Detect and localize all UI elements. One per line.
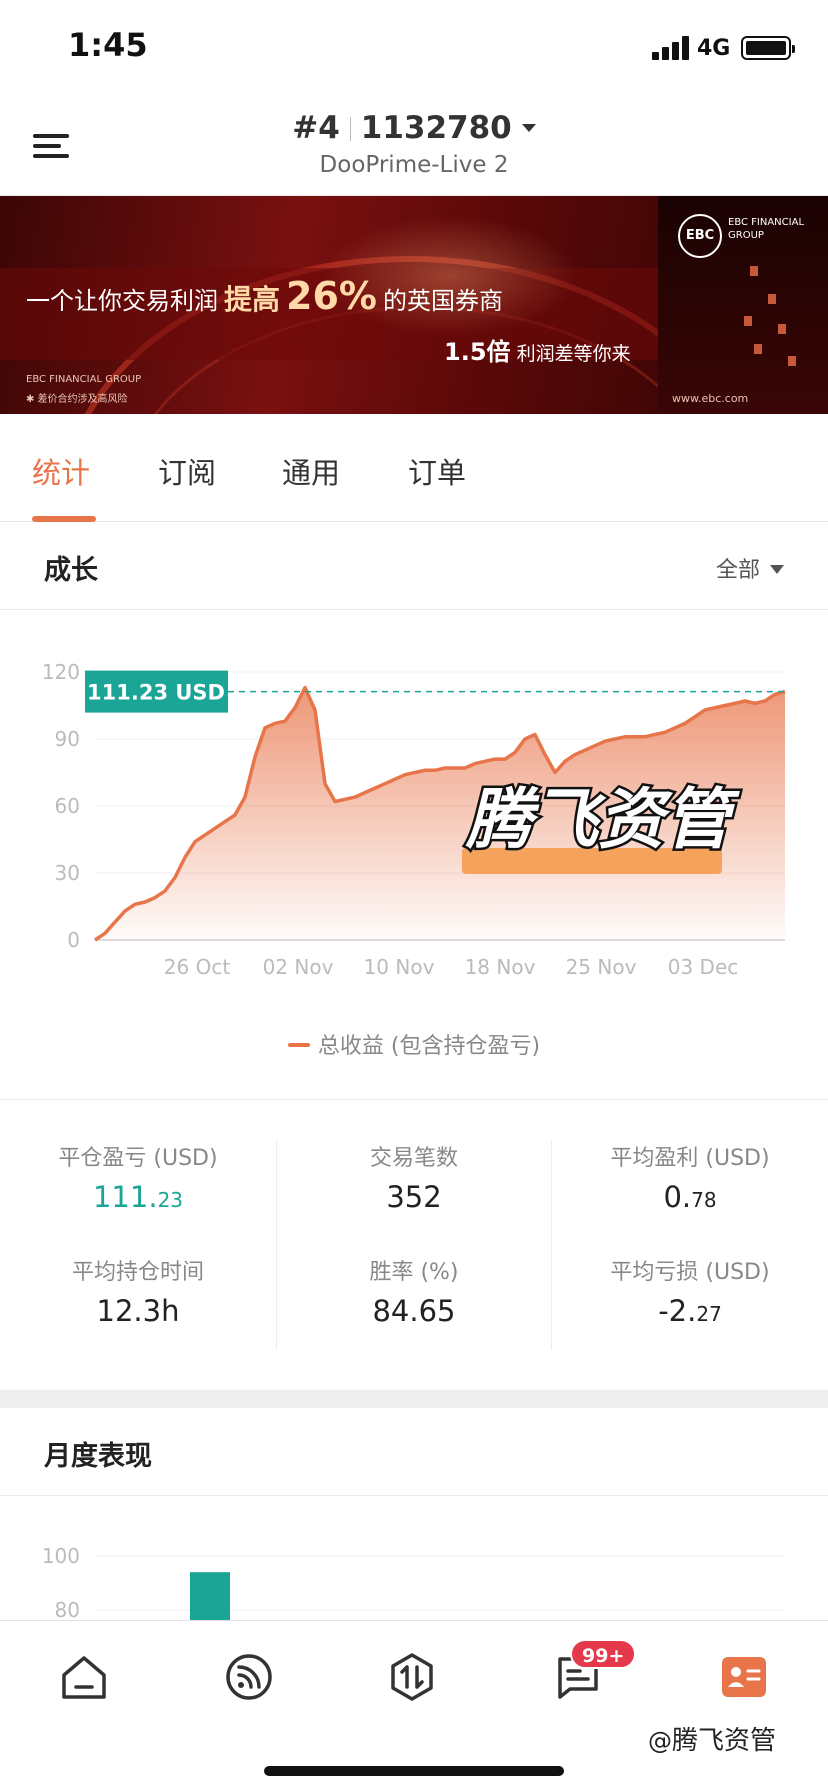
y-tick-label: 90 (55, 727, 80, 751)
y-tick-label: 120 (42, 660, 80, 684)
tab-stats[interactable]: 统计 (32, 450, 90, 492)
stat-value-avg-hold: 12.3h (0, 1294, 276, 1334)
banner-headline-mid: 提高 (224, 283, 281, 316)
stat-label: 平均盈利 (USD) (610, 1146, 770, 1171)
stat-value-int: 111. (92, 1180, 158, 1214)
banner-sub-big: 1.5倍 (444, 338, 511, 366)
stat-value-dec: 23 (157, 1188, 184, 1212)
x-tick-label: 25 Nov (566, 955, 637, 979)
stat-label: 胜率 (%) (369, 1260, 459, 1285)
y-tick-label: 60 (55, 794, 80, 818)
stats-col-2: 交易笔数 352 胜率 (%) 84.65 (276, 1140, 552, 1334)
tab-orders[interactable]: 订单 (408, 450, 466, 492)
server-name: DooPrime-Live 2 (319, 152, 509, 178)
monthly-bar (190, 1572, 230, 1620)
stat-value-closed-pnl: 111.23 (0, 1180, 276, 1220)
period-filter[interactable]: 全部 (716, 552, 784, 584)
watermark-name: 腾飞资管 (672, 1726, 777, 1756)
growth-chart: 0 30 60 90 120 26 Oct 02 Nov 10 Nov 18 Nov 25 Nov… (0, 610, 828, 1100)
stat-value-winrate: 84.65 (276, 1294, 552, 1334)
section-tabs: 统计 订阅 通用 订单 (0, 414, 828, 522)
x-tick-label: 18 Nov (465, 955, 536, 979)
growth-header: 成长 全部 (0, 522, 828, 610)
stat-value-dec: 27 (696, 1302, 722, 1326)
stat-value-trades: 352 (276, 1180, 552, 1220)
watermark-text: 腾飞资管 (465, 781, 740, 858)
stats-col-1: 平仓盈亏 (USD) 111.23 平均持仓时间 12.3h (0, 1140, 276, 1334)
tab-subscribe[interactable]: 订阅 (158, 450, 216, 492)
stat-value-avg-profit: 0.78 (552, 1180, 828, 1220)
stats-col-3: 平均盈利 (USD) 0.78 平均亏损 (USD) -2.27 (552, 1140, 828, 1334)
section-divider (0, 1390, 828, 1408)
rank-label: #4 (292, 110, 340, 146)
monthly-title: 月度表现 (44, 1441, 152, 1472)
stat-label: 交易笔数 (369, 1146, 458, 1171)
stat-label: 平仓盈亏 (USD) (58, 1146, 218, 1171)
x-tick-label: 02 Nov (263, 955, 334, 979)
stat-value-int: 0. (663, 1180, 692, 1214)
banner-url: www.ebc.com (672, 392, 749, 405)
banner-sub-rest: 利润差等你来 (516, 343, 631, 365)
home-indicator (264, 1766, 564, 1776)
monthly-chart-svg: 100 80 (42, 1544, 785, 1620)
status-time: 1:45 (68, 26, 148, 64)
period-filter-label: 全部 (715, 558, 760, 583)
banner-headline: 一个让你交易利润 提高 26% 的英国券商 (26, 274, 503, 318)
stat-value-int: 84.65 (372, 1294, 456, 1328)
growth-title: 成长 (44, 555, 98, 586)
y-tick-label: 80 (55, 1598, 80, 1620)
account-number: 1132780 (360, 110, 512, 146)
x-tick-label: 26 Oct (164, 955, 231, 979)
chart-legend[interactable]: 总收益 (包含持仓盈亏) (0, 1028, 828, 1060)
network-type: 4G (697, 36, 731, 61)
x-tick-label: 03 Dec (668, 955, 739, 979)
y-tick-label: 100 (42, 1544, 80, 1568)
stat-label: 平均亏损 (USD) (610, 1260, 770, 1285)
stats-grid: 平仓盈亏 (USD) 111.23 平均持仓时间 12.3h 交易笔数 352 … (0, 1100, 828, 1390)
battery-icon (741, 36, 795, 60)
feed-icon[interactable] (223, 1651, 275, 1703)
x-tick-label: 10 Nov (364, 955, 435, 979)
stat-value-dec: 78 (691, 1188, 717, 1212)
y-tick-label: 0 (67, 928, 80, 952)
home-icon[interactable] (58, 1651, 110, 1703)
banner-subline: 1.5倍 利润差等你来 (444, 332, 631, 367)
banner-headline-pct: 26% (286, 274, 377, 318)
banner-headline-post: 的英国券商 (382, 287, 503, 315)
corner-watermark: @腾飞资管 (648, 1720, 776, 1757)
unread-badge: 99+ (570, 1639, 637, 1669)
stat-value-avg-loss: -2.27 (552, 1294, 828, 1334)
account-selector[interactable]: #4 1132780 (0, 110, 828, 146)
stat-value-int: -2. (658, 1294, 697, 1328)
chevron-down-icon (770, 565, 784, 574)
growth-chart-svg: 0 30 60 90 120 26 Oct 02 Nov 10 Nov 18 Nov 25 Nov… (42, 660, 786, 979)
stat-value-int: 352 (386, 1180, 442, 1214)
stat-value-int: 12.3h (96, 1294, 180, 1328)
monthly-header: 月度表现 (0, 1408, 828, 1496)
chevron-down-icon (521, 124, 536, 132)
ad-banner[interactable]: EBC EBC FINANCIAL GROUP 一个让你交易利润 提高 26% 的英国… (0, 196, 828, 414)
banner-logo-caption: EBC FINANCIAL GROUP (728, 217, 805, 241)
stat-label: 平均持仓时间 (71, 1260, 204, 1285)
current-value-label: 111.23 USD (87, 681, 225, 705)
tab-general[interactable]: 通用 (282, 450, 340, 492)
banner-group: EBC FINANCIAL GROUP (26, 374, 142, 385)
monthly-chart: 100 80 (0, 1496, 828, 1620)
ebc-logo-icon: EBC (678, 214, 722, 258)
y-tick-label: 30 (55, 861, 80, 885)
signal-icon (652, 36, 690, 60)
nav-header: #4 1132780 DooPrime-Live 2 (0, 100, 828, 196)
status-bar: 1:45 4G (0, 0, 828, 100)
watermark-at: @ (648, 1727, 672, 1755)
banner-risk-note: ✱ 差价合约涉及高风险 (26, 394, 128, 405)
legend-swatch (287, 1043, 310, 1047)
legend-label: 总收益 (包含持仓盈亏) (317, 1034, 541, 1059)
profile-icon[interactable] (718, 1651, 770, 1703)
banner-headline-pre: 一个让你交易利润 (26, 287, 218, 315)
trade-icon[interactable] (386, 1651, 438, 1703)
